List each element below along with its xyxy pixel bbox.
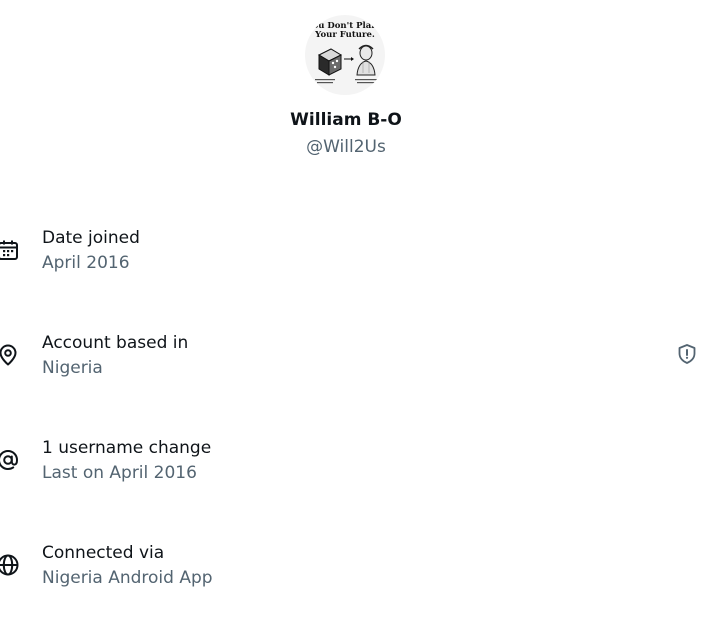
- avatar[interactable]: ou Don't Plan Your Future.: [305, 15, 385, 95]
- globe-icon: [0, 553, 20, 577]
- about-value-account-based-in: Nigeria: [42, 358, 103, 378]
- at-sign-icon: [0, 448, 20, 472]
- avatar-caption-line2: Your Future.: [315, 30, 375, 40]
- about-label-connected-via: Connected via: [42, 543, 165, 563]
- username-handle: @Will2Us: [306, 137, 386, 157]
- about-row-connected-via: Connected via Nigeria Android App: [0, 542, 702, 602]
- about-value-connected-via: Nigeria Android App: [42, 568, 213, 588]
- about-label-date-joined: Date joined: [42, 228, 140, 248]
- about-row-date-joined: Date joined April 2016: [0, 227, 702, 287]
- avatar-illustration: [315, 44, 377, 84]
- about-value-date-joined: April 2016: [42, 253, 130, 273]
- display-name: William B-O: [290, 110, 402, 130]
- shield-alert-icon[interactable]: [676, 343, 698, 365]
- about-row-username-change: 1 username change Last on April 2016: [0, 437, 702, 497]
- about-label-username-change: 1 username change: [42, 438, 212, 458]
- about-label-account-based-in: Account based in: [42, 333, 189, 353]
- about-row-account-based-in: Account based in Nigeria: [0, 332, 702, 392]
- location-pin-icon: [0, 343, 20, 367]
- calendar-icon: [0, 238, 20, 262]
- about-value-username-change: Last on April 2016: [42, 463, 197, 483]
